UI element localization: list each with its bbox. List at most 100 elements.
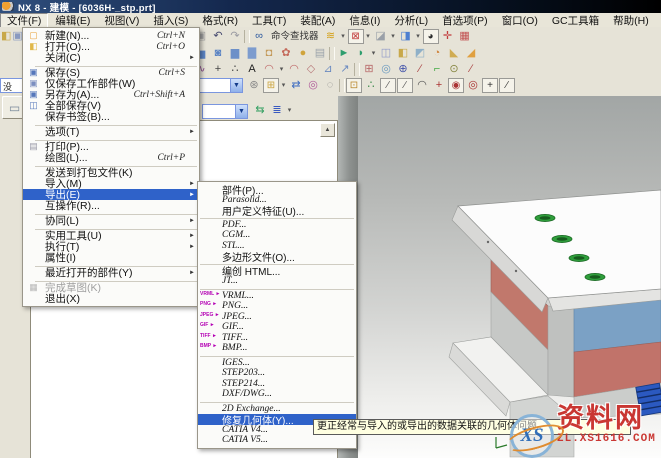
menu-item-export-iges[interactable]: IGES... [198,358,356,369]
intersect-icon[interactable]: ◩ [412,46,428,61]
menu-item-export-part[interactable]: 部件(P)... [198,184,356,195]
menu-item-export-dxf-dwg[interactable]: DXF/DWG... [198,389,356,400]
combo-caret-icon[interactable]: ▼ [230,79,242,92]
hole-icon[interactable]: ◘ [261,46,277,61]
menu-item-export-catia-v5[interactable]: CATIA V5... [198,435,356,446]
menu-assemblies[interactable]: 装配(A) [293,14,342,27]
snap-arc-center-icon[interactable]: ◉ [448,78,464,93]
subtract-icon[interactable]: ◧ [395,46,411,61]
menu-information[interactable]: 信息(I) [342,14,387,27]
menu-item-interop[interactable]: 互操作(R)... [23,200,199,211]
trim-icon[interactable]: ∕ [412,62,428,77]
command-finder-icon[interactable]: ∞ [251,29,267,44]
menu-item-close[interactable]: 关闭(C) ► [23,52,199,63]
menu-item-options[interactable]: 选项(T) ► [23,126,199,137]
extend-icon[interactable]: ⌐ [429,62,445,77]
menu-analysis[interactable]: 分析(L) [387,14,435,27]
combo-caret-icon[interactable]: ▼ [235,105,247,118]
text-icon[interactable]: A [244,62,260,77]
work-plane-icon[interactable]: ◪ [373,29,389,44]
dropdown-caret-icon[interactable]: ▾ [365,29,372,44]
menu-item-export-gif[interactable]: GIF ► GIF... [198,322,356,333]
edge-blend-icon[interactable]: ◔ [429,46,445,61]
dropdown-caret-icon[interactable]: ▾ [370,46,377,61]
menu-item-recently-opened-parts[interactable]: 最近打开的部件(Y) ► [23,267,199,278]
divide-icon[interactable]: ∕ [463,62,479,77]
menu-edit[interactable]: 编辑(E) [48,14,97,27]
menu-item-export-png[interactable]: PNG ► PNG... [198,301,356,312]
selection-scope-combo[interactable]: ▼ [195,78,243,93]
snap-center-icon[interactable]: ◎ [465,78,481,93]
select-scope-icon[interactable]: ⊞ [263,78,279,93]
menu-item-export-bmp[interactable]: BMP ► BMP... [198,343,356,354]
menu-item-export-cgm[interactable]: CGM... [198,230,356,241]
menu-item-save-bookmark[interactable]: 保存书签(B)... [23,111,199,122]
view-orient-icon[interactable]: ◨ [398,29,414,44]
menu-item-export-jt[interactable]: JT... [198,276,356,287]
window-layout-icon[interactable]: ⊠ [348,29,364,44]
tube-icon[interactable]: ◗ [353,46,369,61]
pattern-feature-icon[interactable]: ✿ [278,46,294,61]
select-hand-icon[interactable]: ◌ [322,78,338,93]
menu-insert[interactable]: 插入(S) [146,14,195,27]
unite-icon[interactable]: ◫ [378,46,394,61]
offset-icon[interactable]: ◎ [378,62,394,77]
snap-point-icon[interactable]: ⊡ [346,78,362,93]
point-icon[interactable]: + [210,62,226,77]
menu-view[interactable]: 视图(V) [97,14,146,27]
menu-gc-toolbox[interactable]: GC工具箱 [545,14,606,27]
move-object-icon[interactable]: ⊕ [395,62,411,77]
revolve-icon[interactable]: ◙ [210,46,226,61]
menu-help[interactable]: 帮助(H) [606,14,656,27]
pin-icon[interactable]: ✛ [440,29,456,44]
menu-item-export-step214[interactable]: STEP214... [198,379,356,390]
menu-item-export-pdf[interactable]: PDF... [198,220,356,231]
menu-item-plot[interactable]: 绘图(L)... Ctrl+P [23,152,199,163]
shaded-display-icon[interactable]: ◕ [423,29,439,44]
datum-plane-icon[interactable]: ◇ [303,62,319,77]
menu-window[interactable]: 窗口(O) [495,14,545,27]
menu-item-exit[interactable]: 退出(X) [23,293,199,304]
point-set-icon[interactable]: ∴ [227,62,243,77]
menu-item-export-user-defined-feature[interactable]: 用户定义特征(U)... [198,205,356,216]
snap-midpoint-icon[interactable]: ∕ [397,78,413,93]
menu-item-export-jpeg[interactable]: JPEG ► JPEG... [198,312,356,323]
dropdown-caret-icon[interactable]: ▾ [278,62,285,77]
snap-tangent-icon[interactable]: ◠ [414,78,430,93]
sketch-icon[interactable]: ⊞ [361,62,377,77]
dropdown-caret-icon[interactable]: ▾ [340,29,347,44]
snap-intersection-icon[interactable]: + [431,78,447,93]
surface-icon[interactable]: ◠ [286,62,302,77]
chamfer-icon[interactable]: ◣ [446,46,462,61]
sphere-icon[interactable]: ● [295,46,311,61]
shell-icon[interactable]: ▤ [312,46,328,61]
snap-endpoint-icon[interactable]: ∕ [380,78,396,93]
undo-icon[interactable]: ↶ [210,29,226,44]
snap-slash-icon[interactable]: ∕ [499,78,515,93]
menu-tools[interactable]: 工具(T) [245,14,293,27]
curve-icon[interactable]: ◠ [261,62,277,77]
dropdown-caret-icon[interactable]: ▾ [390,29,397,44]
block-icon[interactable]: ▆ [227,46,243,61]
dropdown-caret-icon[interactable]: ▾ [280,78,287,93]
fit-view-icon[interactable]: ⇆ [252,103,268,118]
menu-file[interactable]: 文件(F) [0,13,48,28]
menu-item-export-author-html[interactable]: 编创 HTML... [198,266,356,277]
menu-item-export-tiff[interactable]: TIFF ► TIFF... [198,333,356,344]
menu-item-export-polygon-file[interactable]: 多边形文件(O)... [198,251,356,262]
dropdown-caret-icon[interactable]: ▾ [415,29,422,44]
dropdown-caret-icon[interactable]: ▾ [286,103,293,118]
draft-icon[interactable]: ◢ [463,46,479,61]
highlight-icon[interactable]: ◎ [305,78,321,93]
mini-toolbar-icon-1[interactable]: ◧ [1,29,11,44]
navigator-filter-combo[interactable]: ▼ [202,104,248,119]
swap-selection-icon[interactable]: ⇄ [288,78,304,93]
menu-format[interactable]: 格式(R) [195,14,245,27]
filter-gear-icon[interactable]: ⊛ [246,78,262,93]
section-icon[interactable]: ⊿ [320,62,336,77]
menu-item-export-step203[interactable]: STEP203... [198,368,356,379]
menu-item-properties[interactable]: 属性(I) [23,252,199,263]
snap-existing-point-icon[interactable]: + [482,78,498,93]
part-module-icon[interactable]: ▦ [457,29,473,44]
layers-icon[interactable]: ≋ [323,29,339,44]
